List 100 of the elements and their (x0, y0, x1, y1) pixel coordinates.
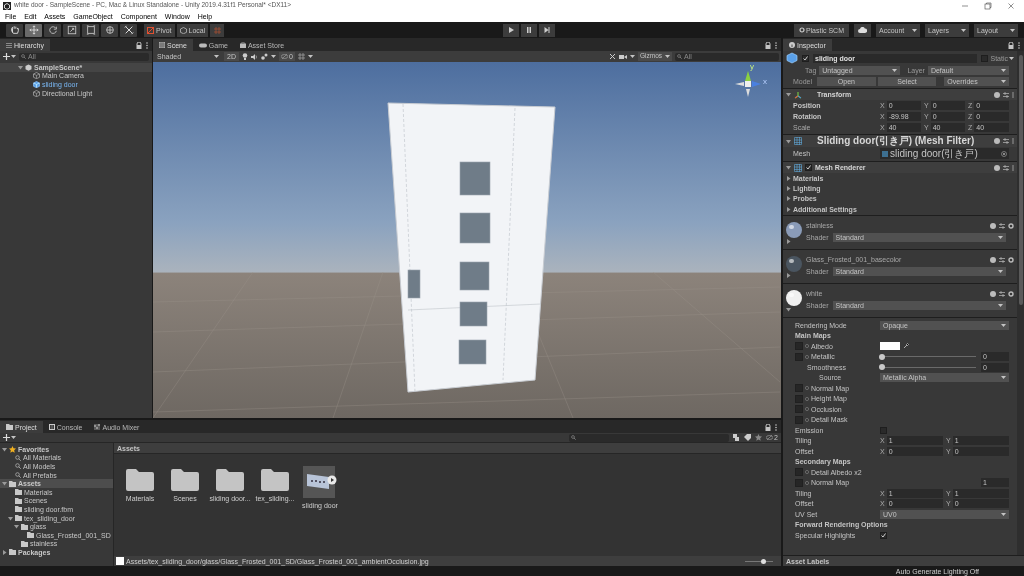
help-icon (994, 91, 1000, 98)
cloud-button[interactable] (854, 23, 871, 37)
caret-icon (665, 55, 670, 58)
caret-icon (998, 270, 1003, 274)
pause-button[interactable] (520, 23, 537, 37)
tool-button[interactable] (6, 23, 23, 37)
crossed-tools-icon (608, 53, 616, 60)
sliders-icon (1003, 91, 1009, 98)
caret-icon (307, 55, 313, 58)
pause-icon (525, 27, 532, 33)
search-icon (15, 454, 21, 461)
help-icon (990, 256, 996, 263)
grid-snap-button[interactable] (210, 23, 225, 37)
plus-icon (3, 53, 10, 60)
transform-icon (104, 25, 115, 35)
scrollbar[interactable] (1017, 51, 1024, 555)
eyedropper-icon (903, 343, 909, 350)
grid-icon (794, 137, 802, 145)
gamepad-icon (198, 42, 207, 48)
console-icon (48, 424, 55, 430)
help-icon (990, 222, 996, 229)
scrollbar-thumb[interactable] (1018, 55, 1023, 305)
target-icon (1001, 150, 1007, 157)
component-title: Sliding door(引き戸) (Mesh Filter) (816, 136, 976, 146)
tool-button[interactable] (120, 23, 137, 37)
info-icon (789, 42, 795, 48)
sliders-icon (999, 256, 1005, 263)
caret-icon (11, 55, 16, 58)
size-slider-thumb[interactable] (760, 558, 766, 564)
folder-icon (216, 469, 244, 491)
caret-icon (1001, 376, 1006, 380)
effects-icon (260, 53, 268, 60)
add-button[interactable] (3, 434, 16, 441)
pivot-icon (147, 26, 154, 34)
caret-icon (629, 55, 635, 58)
folder-icon (126, 469, 154, 491)
tool-button[interactable] (82, 23, 99, 37)
caret-icon (1010, 28, 1015, 32)
caret-icon (1001, 323, 1006, 327)
list-icon (6, 42, 12, 48)
search-field[interactable] (569, 433, 730, 442)
mixer-sliders-icon (94, 424, 101, 430)
star-icon (9, 445, 16, 453)
checkbox[interactable] (880, 531, 887, 539)
star-icon (755, 434, 763, 441)
add-button[interactable] (3, 53, 16, 60)
checkmark-icon (881, 532, 886, 538)
caret-icon (1001, 69, 1006, 72)
play-button[interactable] (502, 23, 519, 37)
help-icon (994, 138, 1000, 144)
restore-icon (984, 1, 992, 10)
sliders-icon (999, 290, 1005, 297)
axis-gizmo-icon (735, 71, 761, 97)
object-field[interactable]: sliding door(引き戸) (880, 148, 1009, 159)
rotate-icon (47, 25, 58, 35)
close-icon (1007, 1, 1015, 10)
slider-thumb[interactable] (879, 353, 885, 360)
color-swatch[interactable] (880, 342, 900, 351)
grid-icon (159, 42, 165, 48)
checkbox[interactable] (880, 426, 887, 434)
rect-tool-icon (85, 25, 96, 35)
help-icon (990, 290, 996, 297)
checkmark-icon (803, 55, 808, 61)
expand-arrow-icon (786, 138, 791, 144)
sliders-icon (1003, 138, 1009, 144)
lock-icon (765, 423, 771, 431)
caret-icon (11, 436, 16, 439)
folder-icon (171, 469, 199, 491)
crossed-tools-icon (123, 25, 134, 35)
caret-icon (998, 236, 1003, 240)
help-icon (994, 164, 1000, 171)
caret-icon (1001, 512, 1006, 516)
caret-icon (892, 69, 898, 72)
lock-icon (765, 41, 771, 49)
play-icon (507, 27, 514, 33)
grid-icon (297, 53, 305, 60)
model-thumbnail-icon (303, 466, 337, 498)
checkbox[interactable] (805, 164, 812, 171)
caret-icon (961, 28, 966, 32)
tool-button[interactable] (25, 23, 42, 37)
caret-icon (214, 55, 219, 58)
scale-icon (66, 25, 77, 35)
caret-icon (1001, 80, 1006, 83)
search-icon (571, 435, 577, 440)
step-button[interactable] (538, 23, 555, 37)
search-icon (21, 54, 26, 59)
gear-icon (1008, 256, 1014, 263)
plus-icon (3, 434, 10, 441)
tool-button[interactable] (44, 23, 61, 37)
tool-button[interactable] (63, 23, 80, 37)
checkbox[interactable] (802, 54, 809, 62)
slider-thumb[interactable] (879, 364, 885, 371)
type-filter-icon (733, 434, 741, 441)
light-bulb-icon (241, 53, 248, 60)
cloud-icon (858, 27, 867, 33)
cube-icon (179, 26, 187, 34)
checkbox[interactable] (981, 54, 989, 62)
lock-icon (1008, 41, 1014, 49)
eye-slash-icon (766, 435, 774, 440)
tool-button[interactable] (101, 23, 118, 37)
